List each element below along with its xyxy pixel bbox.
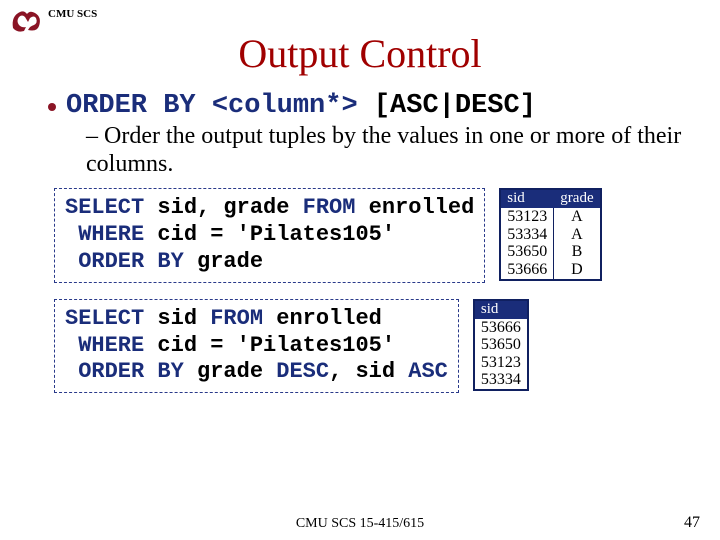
sql1-k1: SELECT	[65, 195, 144, 220]
syntax-text: ORDER BY <column*> [ASC|DESC]	[66, 91, 536, 121]
td: 53334	[500, 226, 554, 244]
td: 53123	[474, 354, 528, 372]
sql2-k1: SELECT	[65, 306, 144, 331]
sql1-t4: grade	[184, 249, 263, 274]
sql2-t1: sid	[144, 306, 210, 331]
example-1: SELECT sid, grade FROM enrolled WHERE ci…	[20, 188, 700, 282]
th-grade: grade	[554, 189, 601, 208]
sql1-t2: enrolled	[355, 195, 474, 220]
td: 53666	[500, 261, 554, 280]
table-row: 53123	[474, 354, 528, 372]
sql1-k2: FROM	[303, 195, 356, 220]
td: 53123	[500, 208, 554, 226]
bullet-icon	[48, 103, 56, 111]
syntax-opts: [ASC|DESC]	[374, 91, 536, 121]
td: A	[554, 226, 601, 244]
description-text: Order the output tuples by the values in…	[86, 123, 681, 177]
td: D	[554, 261, 601, 280]
table-row: 53650B	[500, 243, 600, 261]
sql1-t1: sid, grade	[144, 195, 302, 220]
sql2-t5: , sid	[329, 359, 408, 384]
syntax-col: <column*>	[212, 91, 358, 121]
table-row: 53334	[474, 371, 528, 390]
sql2-t3: cid = 'Pilates105'	[144, 333, 395, 358]
td: 53334	[474, 371, 528, 390]
table-header-row: sid	[474, 300, 528, 319]
bullet-syntax: ORDER BY <column*> [ASC|DESC]	[20, 91, 700, 121]
syntax-keyword: ORDER BY	[66, 91, 196, 121]
sql1-t3: cid = 'Pilates105'	[144, 222, 395, 247]
th-sid: sid	[500, 189, 554, 208]
sql2-k4: ORDER BY	[65, 359, 184, 384]
table-row: 53666	[474, 318, 528, 336]
result-table-2: sid 53666 53650 53123 53334	[473, 299, 529, 391]
td: 53650	[474, 336, 528, 354]
slide-title: Output Control	[20, 30, 700, 77]
table-row: 53650	[474, 336, 528, 354]
sql2-t4: grade	[184, 359, 276, 384]
sql-box-1: SELECT sid, grade FROM enrolled WHERE ci…	[54, 188, 485, 282]
sql2-k2: FROM	[210, 306, 263, 331]
header-label: CMU SCS	[48, 8, 97, 20]
slide: CMU SCS Output Control ORDER BY <column*…	[0, 0, 720, 540]
page-number: 47	[684, 514, 700, 532]
sql1-k3: WHERE	[65, 222, 144, 247]
result-table-1: sid grade 53123A 53334A 53650B 53666D	[499, 188, 601, 280]
table-row: 53666D	[500, 261, 600, 280]
td: 53650	[500, 243, 554, 261]
sql2-k3: WHERE	[65, 333, 144, 358]
sql2-k6: ASC	[408, 359, 448, 384]
cmu-logo	[10, 6, 44, 34]
td: 53666	[474, 318, 528, 336]
sql-box-2: SELECT sid FROM enrolled WHERE cid = 'Pi…	[54, 299, 459, 393]
table-row: 53334A	[500, 226, 600, 244]
sql2-t2: enrolled	[263, 306, 382, 331]
td: A	[554, 208, 601, 226]
example-2: SELECT sid FROM enrolled WHERE cid = 'Pi…	[20, 299, 700, 393]
sql2-k5: DESC	[276, 359, 329, 384]
dash-icon: –	[86, 123, 104, 149]
table-row: 53123A	[500, 208, 600, 226]
table-header-row: sid grade	[500, 189, 600, 208]
footer: CMU SCS 15-415/615	[0, 516, 720, 532]
description: –Order the output tuples by the values i…	[20, 123, 700, 178]
th-sid2: sid	[474, 300, 528, 319]
td: B	[554, 243, 601, 261]
sql1-k4: ORDER BY	[65, 249, 184, 274]
